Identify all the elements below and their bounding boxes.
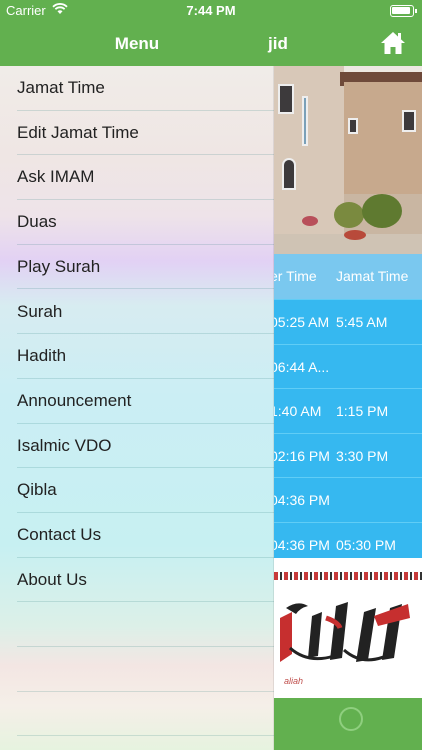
prayer-time-cell: 04:36 PM [270, 492, 330, 508]
table-row: 1:40 AM 1:15 PM [270, 388, 422, 433]
ornamental-border [274, 572, 422, 580]
jamat-time-cell: 5:45 AM [336, 314, 388, 330]
menu-item-empty [17, 647, 274, 692]
menu-item-contact-us[interactable]: Contact Us [17, 513, 274, 558]
battery-icon [390, 5, 417, 17]
table-row: 05:25 AM 5:45 AM [270, 299, 422, 344]
jamat-time-cell: 05:30 PM [336, 536, 396, 553]
drawer-divider [273, 66, 274, 750]
menu-item-surah[interactable]: Surah [17, 290, 274, 335]
column-header: er Time [270, 268, 317, 284]
menu-item-islamic-vdo[interactable]: Isalmic VDO [17, 424, 274, 469]
table-header: er Time Jamat Time [270, 254, 422, 299]
menu-title: Menu [114, 34, 160, 53]
status-bar: Carrier 7:44 PM [0, 0, 422, 22]
menu-item-about-us[interactable]: About Us [17, 558, 274, 603]
mosque-photo [274, 66, 422, 254]
jamat-time-cell: 3:30 PM [336, 447, 389, 464]
prayer-time-cell: 05:25 AM [270, 314, 330, 330]
calligraphy-banner: aliah [274, 558, 422, 698]
menu-item-qibla[interactable]: Qibla [17, 468, 274, 513]
calligraphy-image [280, 602, 410, 662]
menu-item-empty [17, 602, 274, 648]
home-content: er Time Jamat Time 05:25 AM 5:45 AM 06:4… [270, 66, 422, 750]
nav-bar: Menu jid [0, 22, 422, 66]
menu-item-jamat-time[interactable]: Jamat Time [17, 66, 274, 111]
menu-item-empty [17, 692, 274, 737]
column-header: Jamat Time [336, 268, 409, 284]
tab-bar [274, 698, 422, 750]
prayer-time-cell: 1:40 AM [270, 403, 322, 419]
table-row: 02:16 PM 3:30 PM [270, 432, 422, 477]
table-row: 06:44 A... [270, 343, 422, 388]
table-row: 04:36 PM [270, 477, 422, 522]
menu-item-play-surah[interactable]: Play Surah [17, 245, 274, 290]
menu-item-hadith[interactable]: Hadith [17, 334, 274, 379]
prayer-time-cell: 04:36 PM [270, 536, 330, 553]
menu-item-announcement[interactable]: Announcement [17, 379, 274, 424]
prayer-times-table: er Time Jamat Time 05:25 AM 5:45 AM 06:4… [270, 254, 422, 566]
banner-subtitle: aliah [284, 676, 304, 686]
prayer-time-cell: 02:16 PM [270, 447, 330, 464]
menu-item-edit-jamat-time[interactable]: Edit Jamat Time [17, 111, 274, 156]
side-menu-drawer: Jamat Time Edit Jamat Time Ask IMAM Duas… [0, 66, 274, 750]
jamat-time-cell: 1:15 PM [336, 403, 389, 419]
compass-icon[interactable] [338, 706, 364, 732]
menu-item-duas[interactable]: Duas [17, 200, 274, 245]
menu-item-ask-imam[interactable]: Ask IMAM [17, 155, 274, 201]
prayer-time-cell: 06:44 A... [270, 358, 330, 375]
clock: 7:44 PM [186, 3, 236, 18]
home-icon[interactable] [380, 30, 406, 56]
page-title: jid [268, 34, 288, 53]
